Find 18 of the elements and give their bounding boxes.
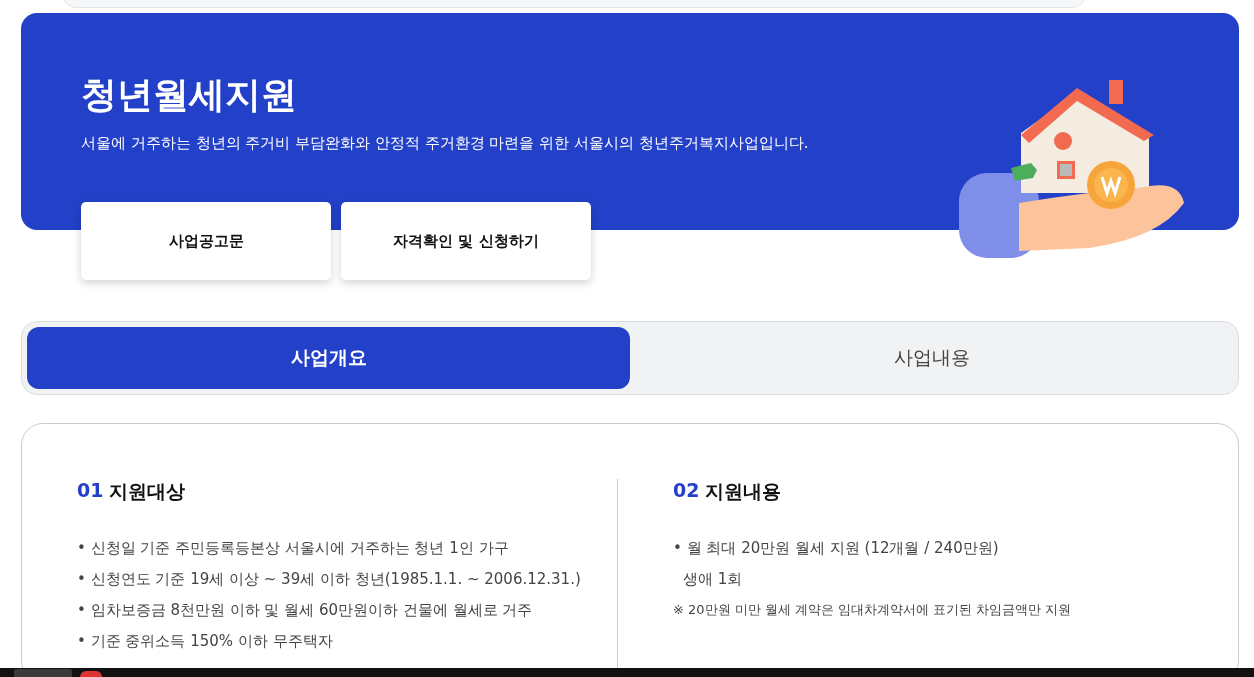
page-title: 청년월세지원: [81, 73, 298, 117]
bullet-item: • 신청일 기준 주민등록등본상 서울시에 거주하는 청년 1인 가구: [77, 538, 510, 559]
section-title: 지원대상: [109, 479, 186, 504]
footnote: ※ 20만원 미만 월세 계약은 임대차계약서에 표기된 차임금액만 지원: [673, 601, 1073, 619]
tab[interactable]: 사업개요: [27, 327, 630, 389]
section-number: 02: [673, 479, 700, 503]
section-number: 01: [77, 479, 104, 503]
bullet-continuation: 생애 1회: [683, 569, 744, 590]
action-button[interactable]: 사업공고문: [81, 202, 331, 280]
action-button[interactable]: 자격확인 및 신청하기: [341, 202, 591, 280]
taskbar-app-icon[interactable]: [80, 671, 102, 677]
section-title: 지원내용: [705, 479, 782, 504]
bullet-item: • 기준 중위소득 150% 이하 무주택자: [77, 631, 334, 652]
tab[interactable]: 사업내용: [630, 327, 1233, 389]
bullet-item: • 임차보증금 8천만원 이하 및 월세 60만원이하 건물에 월세로 거주: [77, 600, 534, 621]
banner-description: 서울에 거주하는 청년의 주거비 부담완화와 안정적 주거환경 마련을 위한 서울시의 청년주거복지사업입니다.: [81, 133, 810, 153]
bullet-item: • 월 최대 20만원 월세 지원 (12개월 / 240만원): [673, 538, 1000, 559]
bullet-item: • 신청연도 기준 19세 이상 ~ 39세 이하 청년(1985.1.1. ~ 2006.12.31.): [77, 569, 582, 590]
